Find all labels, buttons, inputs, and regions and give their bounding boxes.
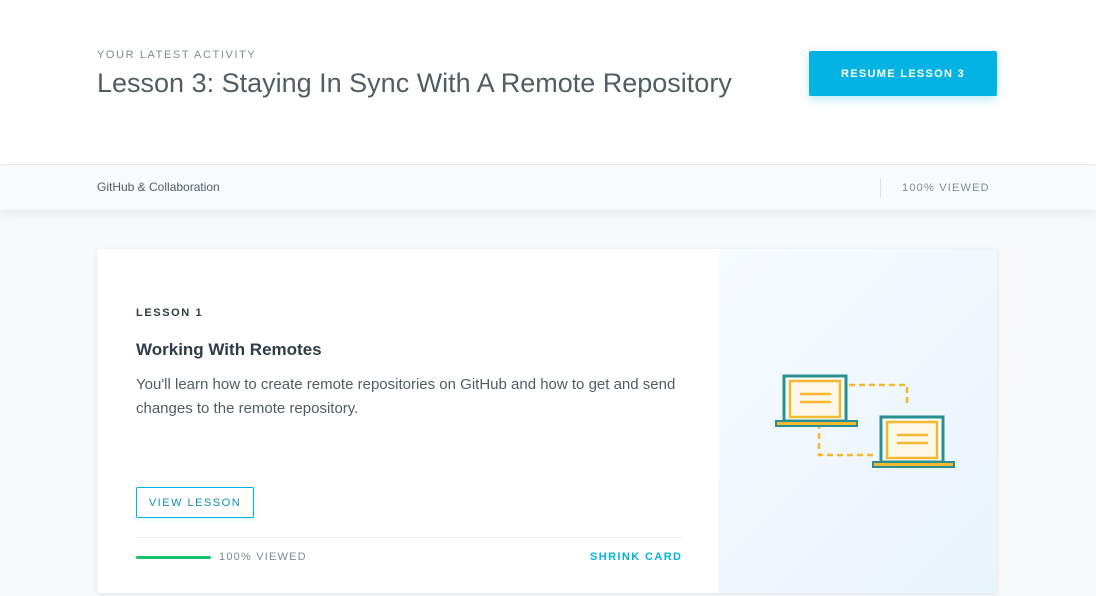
course-viewed-status: 100% VIEWED <box>902 182 990 194</box>
course-name: GitHub & Collaboration <box>97 180 220 194</box>
lesson-card: LESSON 1 Working With Remotes You'll lea… <box>97 249 997 593</box>
lesson-progress-bar <box>136 556 211 559</box>
view-lesson-button[interactable]: VIEW LESSON <box>136 487 254 518</box>
resume-lesson-button[interactable]: RESUME LESSON 3 <box>809 51 997 96</box>
card-divider <box>136 537 682 538</box>
lesson-number: LESSON 1 <box>136 307 204 319</box>
course-bar-divider <box>880 178 881 198</box>
lesson-viewed-status: 100% VIEWED <box>219 551 307 563</box>
course-bar: GitHub & Collaboration 100% VIEWED <box>0 164 1096 210</box>
lesson-description: You'll learn how to create remote reposi… <box>136 376 676 417</box>
two-laptops-sync-icon <box>775 374 955 468</box>
lesson-title: Working With Remotes <box>136 340 322 359</box>
shrink-card-link[interactable]: SHRINK CARD <box>590 551 682 563</box>
page-title: Lesson 3: Staying In Sync With A Remote … <box>97 68 732 98</box>
lesson-illustration <box>719 249 997 593</box>
lesson-progress-fill <box>136 556 211 559</box>
activity-eyebrow: YOUR LATEST ACTIVITY <box>97 49 257 61</box>
activity-header: YOUR LATEST ACTIVITY Lesson 3: Staying I… <box>0 0 1096 164</box>
